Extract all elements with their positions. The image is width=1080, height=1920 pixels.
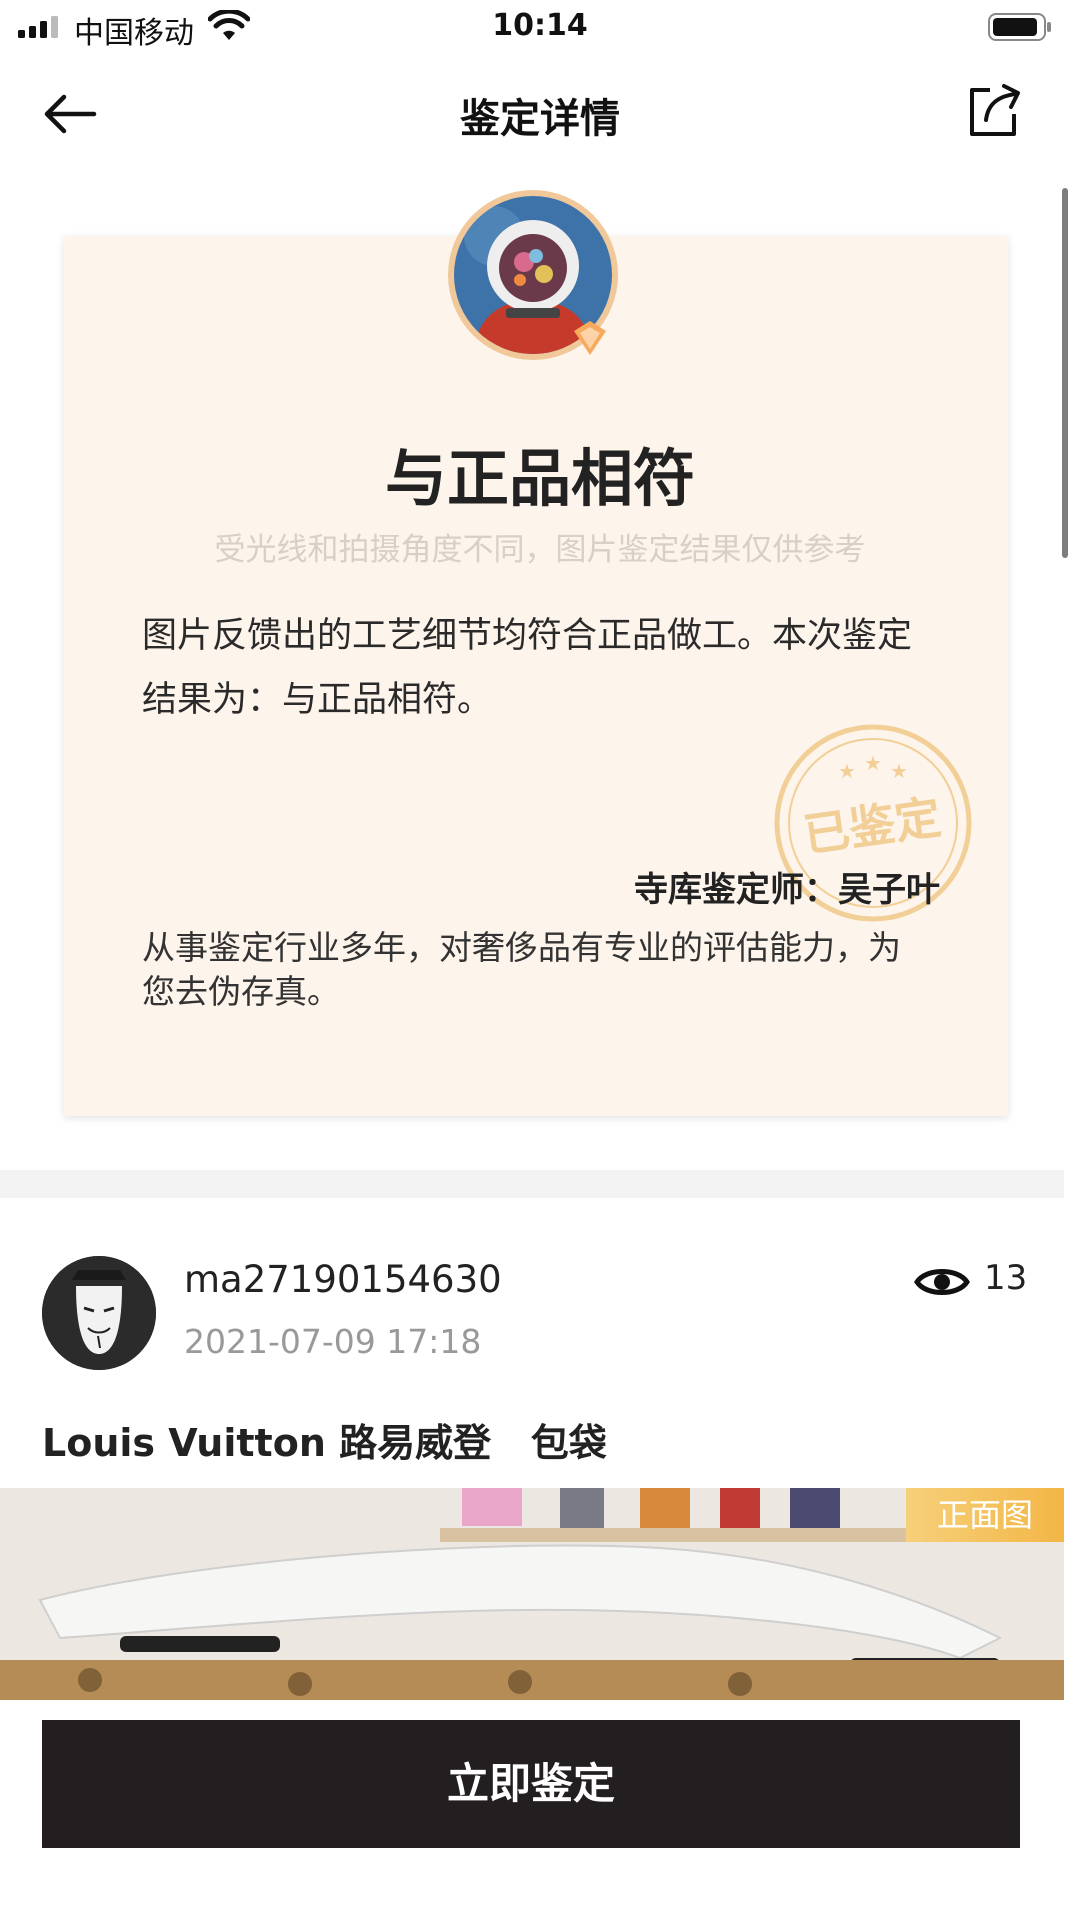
result-description: 图片反馈出的工艺细节均符合正品做工。本次鉴定结果为：与正品相符。: [142, 616, 913, 720]
appraise-now-button[interactable]: 立即鉴定: [42, 1720, 1020, 1848]
svg-text:★: ★: [838, 759, 856, 783]
eye-icon: [914, 1269, 970, 1295]
verified-badge-icon: [574, 321, 606, 355]
result-disclaimer: 受光线和拍摄角度不同，图片鉴定结果仅供参考: [214, 532, 866, 568]
result-title: 与正品相符: [384, 442, 695, 515]
clock-time: 10:14: [492, 8, 588, 43]
appraiser-description: 从事鉴定行业多年，对奢侈品有专业的评估能力，为您去伪存真。: [142, 928, 901, 1011]
svg-text:★: ★: [864, 751, 882, 775]
product-front-photo[interactable]: [0, 1488, 1064, 1700]
photo-label-tag: 正面图: [906, 1488, 1064, 1542]
section-divider: [0, 1170, 1064, 1198]
stamp-text: 已鉴定: [800, 790, 944, 863]
post-timestamp: 2021-07-09 17:18: [184, 1322, 482, 1361]
svg-text:★: ★: [890, 759, 908, 783]
mask-avatar-image: [42, 1256, 156, 1370]
bag-photo-image: [0, 1488, 1064, 1700]
view-count: 13: [984, 1258, 1028, 1298]
status-bar: 中国移动 10:14: [0, 0, 1080, 56]
nav-bar: 鉴定详情: [0, 62, 1080, 172]
battery-icon: [988, 13, 1051, 41]
user-avatar[interactable]: [42, 1256, 156, 1370]
share-icon[interactable]: [968, 82, 1022, 138]
product-title: Louis Vuitton 路易威登 包袋: [42, 1421, 607, 1465]
appraiser-name: 寺库鉴定师：吴子叶: [634, 870, 940, 910]
page-title: 鉴定详情: [460, 96, 620, 142]
username[interactable]: ma27190154630: [184, 1258, 502, 1301]
